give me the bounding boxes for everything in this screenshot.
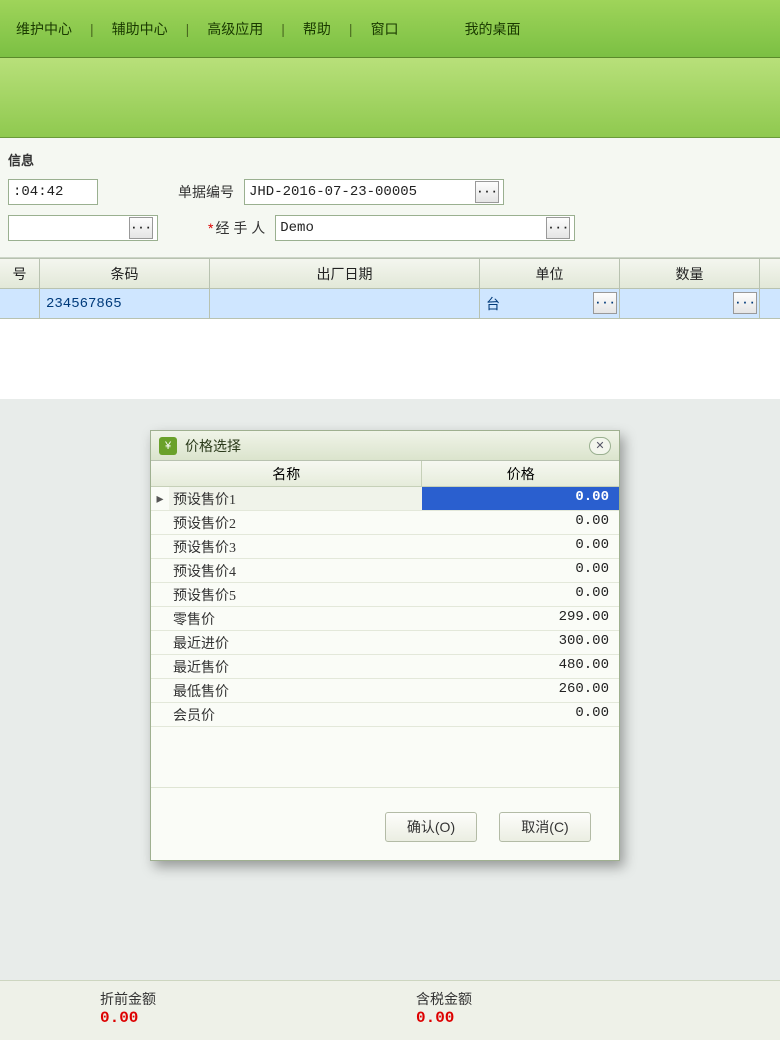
row-marker-icon	[151, 511, 169, 534]
row-marker-icon	[151, 655, 169, 678]
price-row[interactable]: 预设售价30.00	[151, 535, 619, 559]
money-bag-icon: ¥	[159, 437, 177, 455]
row-marker-icon	[151, 703, 169, 726]
doc-no-field[interactable]: JHD-2016-07-23-00005 ···	[244, 179, 504, 205]
row-marker-icon	[151, 535, 169, 558]
handler-field[interactable]: Demo ···	[275, 215, 575, 241]
price-row[interactable]: 预设售价40.00	[151, 559, 619, 583]
price-name: 预设售价2	[169, 511, 422, 534]
left-field-lookup-button[interactable]: ···	[129, 217, 153, 239]
tax-total-label: 含税金额	[416, 989, 472, 1009]
price-value: 260.00	[422, 679, 619, 702]
price-value: 300.00	[422, 631, 619, 654]
pre-discount-label: 折前金额	[100, 989, 156, 1009]
cell-qty[interactable]: ···	[620, 289, 760, 318]
price-value: 0.00	[422, 511, 619, 534]
col-mfg-date[interactable]: 出厂日期	[210, 259, 480, 288]
price-name: 预设售价1	[169, 487, 422, 510]
doc-no-value: JHD-2016-07-23-00005	[249, 184, 417, 200]
cancel-button[interactable]: 取消(C)	[499, 812, 591, 842]
price-name: 最近售价	[169, 655, 422, 678]
cell-barcode[interactable]: 234567865	[40, 289, 210, 318]
price-value: 480.00	[422, 655, 619, 678]
grid-empty-area	[0, 319, 780, 399]
price-col-price[interactable]: 价格	[422, 461, 619, 486]
row-marker-icon	[151, 559, 169, 582]
form-area: 信息 :04:42 单据编号 JHD-2016-07-23-00005 ··· …	[0, 138, 780, 258]
handler-label: *经 手 人	[208, 218, 265, 238]
price-value: 0.00	[422, 703, 619, 726]
main-menubar: 维护中心 | 辅助中心 | 高级应用 | 帮助 | 窗口 我的桌面	[0, 0, 780, 58]
price-col-name[interactable]: 名称	[151, 461, 422, 486]
col-qty[interactable]: 数量	[620, 259, 760, 288]
price-row[interactable]: 最低售价260.00	[151, 679, 619, 703]
time-field[interactable]: :04:42	[8, 179, 98, 205]
ribbon-area	[0, 58, 780, 138]
doc-no-lookup-button[interactable]: ···	[475, 181, 499, 203]
dialog-title: 价格选择	[185, 436, 241, 456]
price-value: 0.00	[422, 583, 619, 606]
menu-sep: |	[349, 21, 353, 37]
row-marker-icon	[151, 607, 169, 630]
price-grid-body: ▸预设售价10.00预设售价20.00预设售价30.00预设售价40.00预设售…	[151, 487, 619, 727]
unit-lookup-button[interactable]: ···	[593, 292, 617, 314]
price-row[interactable]: ▸预设售价10.00	[151, 487, 619, 511]
price-select-dialog: ¥ 价格选择 ✕ 名称 价格 ▸预设售价10.00预设售价20.00预设售价30…	[150, 430, 620, 861]
menu-advanced[interactable]: 高级应用	[199, 15, 271, 43]
price-name: 预设售价3	[169, 535, 422, 558]
handler-value: Demo	[280, 220, 314, 236]
dialog-titlebar[interactable]: ¥ 价格选择 ✕	[151, 431, 619, 461]
price-value: 0.00	[422, 535, 619, 558]
menu-desktop[interactable]: 我的桌面	[457, 15, 529, 43]
price-row[interactable]: 最近进价300.00	[151, 631, 619, 655]
price-row[interactable]: 预设售价20.00	[151, 511, 619, 535]
cell-mfg-date[interactable]	[210, 289, 480, 318]
menu-window[interactable]: 窗口	[363, 15, 407, 43]
price-grid-header: 名称 价格	[151, 461, 619, 487]
menu-help[interactable]: 帮助	[295, 15, 339, 43]
handler-lookup-button[interactable]: ···	[546, 217, 570, 239]
menu-sep: |	[186, 21, 190, 37]
price-value: 0.00	[422, 487, 619, 510]
cell-unit-value: 台	[486, 294, 500, 314]
price-value: 299.00	[422, 607, 619, 630]
price-name: 预设售价4	[169, 559, 422, 582]
grid-header: 号 条码 出厂日期 单位 数量	[0, 259, 780, 289]
dialog-close-button[interactable]: ✕	[589, 437, 611, 455]
cell-unit[interactable]: 台 ···	[480, 289, 620, 318]
menu-sep: |	[90, 21, 94, 37]
price-name: 预设售价5	[169, 583, 422, 606]
price-name: 零售价	[169, 607, 422, 630]
left-field[interactable]: ···	[8, 215, 158, 241]
price-value: 0.00	[422, 559, 619, 582]
section-title: 信息	[8, 150, 772, 169]
col-barcode[interactable]: 条码	[40, 259, 210, 288]
row-marker-icon	[151, 583, 169, 606]
price-name: 会员价	[169, 703, 422, 726]
totals-footer: 折前金额 0.00 含税金额 0.00	[0, 980, 780, 1040]
menu-sep: |	[281, 21, 285, 37]
row-marker-icon	[151, 679, 169, 702]
dialog-button-row: 确认(O) 取消(C)	[151, 787, 619, 860]
menu-maintain[interactable]: 维护中心	[8, 15, 80, 43]
grid-row[interactable]: 234567865 台 ··· ···	[0, 289, 780, 319]
col-unit[interactable]: 单位	[480, 259, 620, 288]
qty-lookup-button[interactable]: ···	[733, 292, 757, 314]
price-name: 最近进价	[169, 631, 422, 654]
price-name: 最低售价	[169, 679, 422, 702]
row-marker-icon: ▸	[151, 487, 169, 510]
price-row[interactable]: 最近售价480.00	[151, 655, 619, 679]
col-index[interactable]: 号	[0, 259, 40, 288]
tax-total-value: 0.00	[416, 1009, 472, 1027]
menu-assist[interactable]: 辅助中心	[104, 15, 176, 43]
price-row[interactable]: 零售价299.00	[151, 607, 619, 631]
price-row[interactable]: 会员价0.00	[151, 703, 619, 727]
items-grid: 号 条码 出厂日期 单位 数量 234567865 台 ··· ···	[0, 258, 780, 399]
pre-discount-value: 0.00	[100, 1009, 156, 1027]
doc-no-label: 单据编号	[178, 182, 234, 202]
cell-index	[0, 289, 40, 318]
price-row[interactable]: 预设售价50.00	[151, 583, 619, 607]
ok-button[interactable]: 确认(O)	[385, 812, 477, 842]
row-marker-icon	[151, 631, 169, 654]
